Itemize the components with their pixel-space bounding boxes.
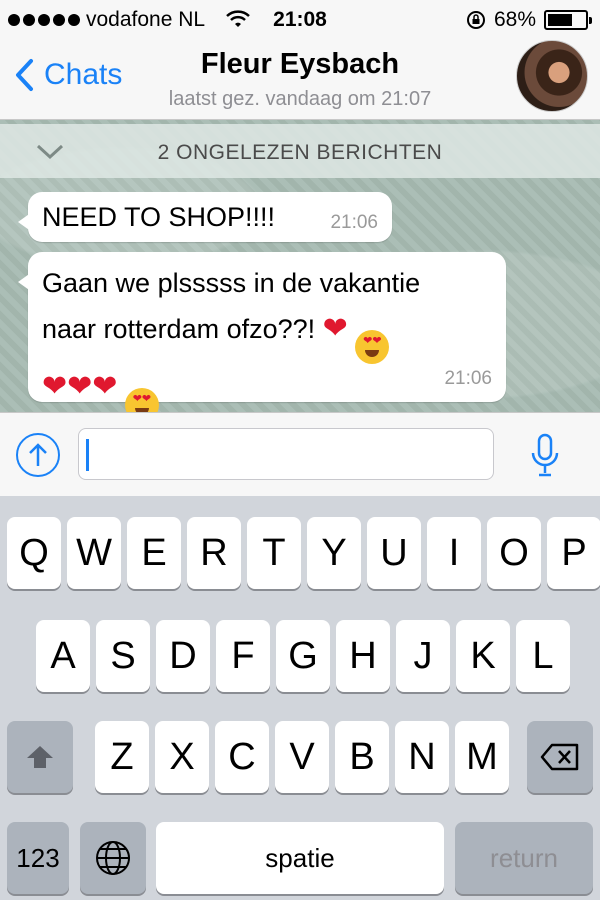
heart-emoji-icon: ❤: [92, 370, 118, 403]
space-key[interactable]: spatie: [156, 822, 444, 894]
message-text: NEED TO SHOP!!!!: [42, 202, 276, 232]
heart-eyes-emoji-icon: ❤❤: [355, 330, 390, 364]
heart-eyes-emoji-icon: ❤❤: [124, 388, 159, 412]
message-bubble[interactable]: Gaan we plsssss in de vakantie naar rott…: [18, 252, 506, 412]
key-o[interactable]: O: [487, 517, 541, 589]
key-y[interactable]: Y: [307, 517, 361, 589]
shift-key[interactable]: [7, 721, 73, 793]
chat-area[interactable]: 2 ONGELEZEN BERICHTEN NEED TO SHOP!!!! 2…: [0, 120, 600, 412]
message-bubble[interactable]: NEED TO SHOP!!!! 21:06: [18, 192, 392, 242]
key-h[interactable]: H: [336, 620, 390, 692]
battery-percent: 68%: [493, 8, 536, 31]
heart-emoji-icon: ❤: [42, 370, 68, 403]
heart-emoji-icon: ❤: [67, 370, 93, 403]
key-b[interactable]: B: [335, 721, 389, 793]
arrow-up-icon: [29, 443, 47, 466]
message-line: naar rotterdam ofzo??!: [42, 314, 316, 344]
key-t[interactable]: T: [247, 517, 301, 589]
key-l[interactable]: L: [516, 620, 570, 692]
unread-label: 2 ONGELEZEN BERICHTEN: [157, 141, 443, 164]
contact-avatar[interactable]: [516, 40, 588, 112]
attach-button[interactable]: [16, 433, 60, 477]
heart-emoji-icon: ❤: [322, 312, 348, 345]
key-g[interactable]: G: [276, 620, 330, 692]
keyboard: QWERTYUIOP ASDFGHJKL ZXCVBNM 123 spatie …: [0, 496, 600, 900]
key-e[interactable]: E: [127, 517, 181, 589]
key-q[interactable]: Q: [7, 517, 61, 589]
numbers-key[interactable]: 123: [7, 822, 69, 894]
compose-bar: [0, 412, 600, 496]
key-u[interactable]: U: [367, 517, 421, 589]
key-w[interactable]: W: [67, 517, 121, 589]
key-i[interactable]: I: [427, 517, 481, 589]
battery-icon: [544, 10, 592, 30]
backspace-icon: [540, 743, 579, 771]
text-caret: [86, 439, 89, 471]
key-k[interactable]: K: [456, 620, 510, 692]
key-z[interactable]: Z: [95, 721, 149, 793]
key-f[interactable]: F: [216, 620, 270, 692]
key-j[interactable]: J: [396, 620, 450, 692]
key-s[interactable]: S: [96, 620, 150, 692]
contact-name[interactable]: Fleur Eysbach: [0, 48, 600, 81]
message-line: Gaan we plsssss in de vakantie: [42, 268, 421, 298]
key-d[interactable]: D: [156, 620, 210, 692]
message-input[interactable]: [78, 428, 494, 480]
key-m[interactable]: M: [455, 721, 509, 793]
backspace-key[interactable]: [527, 721, 593, 793]
message-time: 21:06: [330, 212, 378, 233]
shift-arrow-icon: [27, 746, 53, 768]
key-x[interactable]: X: [155, 721, 209, 793]
key-c[interactable]: C: [215, 721, 269, 793]
message-time: 21:06: [444, 368, 492, 389]
rotation-lock-icon: [466, 11, 485, 29]
nav-bar: Chats Fleur Eysbach laatst gez. vandaag …: [0, 40, 600, 120]
key-v[interactable]: V: [275, 721, 329, 793]
message-text: Gaan we plsssss in de vakantie naar rott…: [42, 260, 492, 412]
last-seen: laatst gez. vandaag om 21:07: [168, 88, 432, 110]
globe-icon: [96, 841, 130, 875]
battery-info: 68%: [466, 8, 592, 32]
microphone-icon[interactable]: [530, 433, 560, 479]
return-key[interactable]: return: [455, 822, 593, 894]
key-p[interactable]: P: [547, 517, 600, 589]
key-r[interactable]: R: [187, 517, 241, 589]
key-n[interactable]: N: [395, 721, 449, 793]
unread-banner: 2 ONGELEZEN BERICHTEN: [0, 124, 600, 178]
status-bar: vodafone NL 21:08 68%: [0, 0, 600, 40]
globe-key[interactable]: [80, 822, 146, 894]
key-a[interactable]: A: [36, 620, 90, 692]
